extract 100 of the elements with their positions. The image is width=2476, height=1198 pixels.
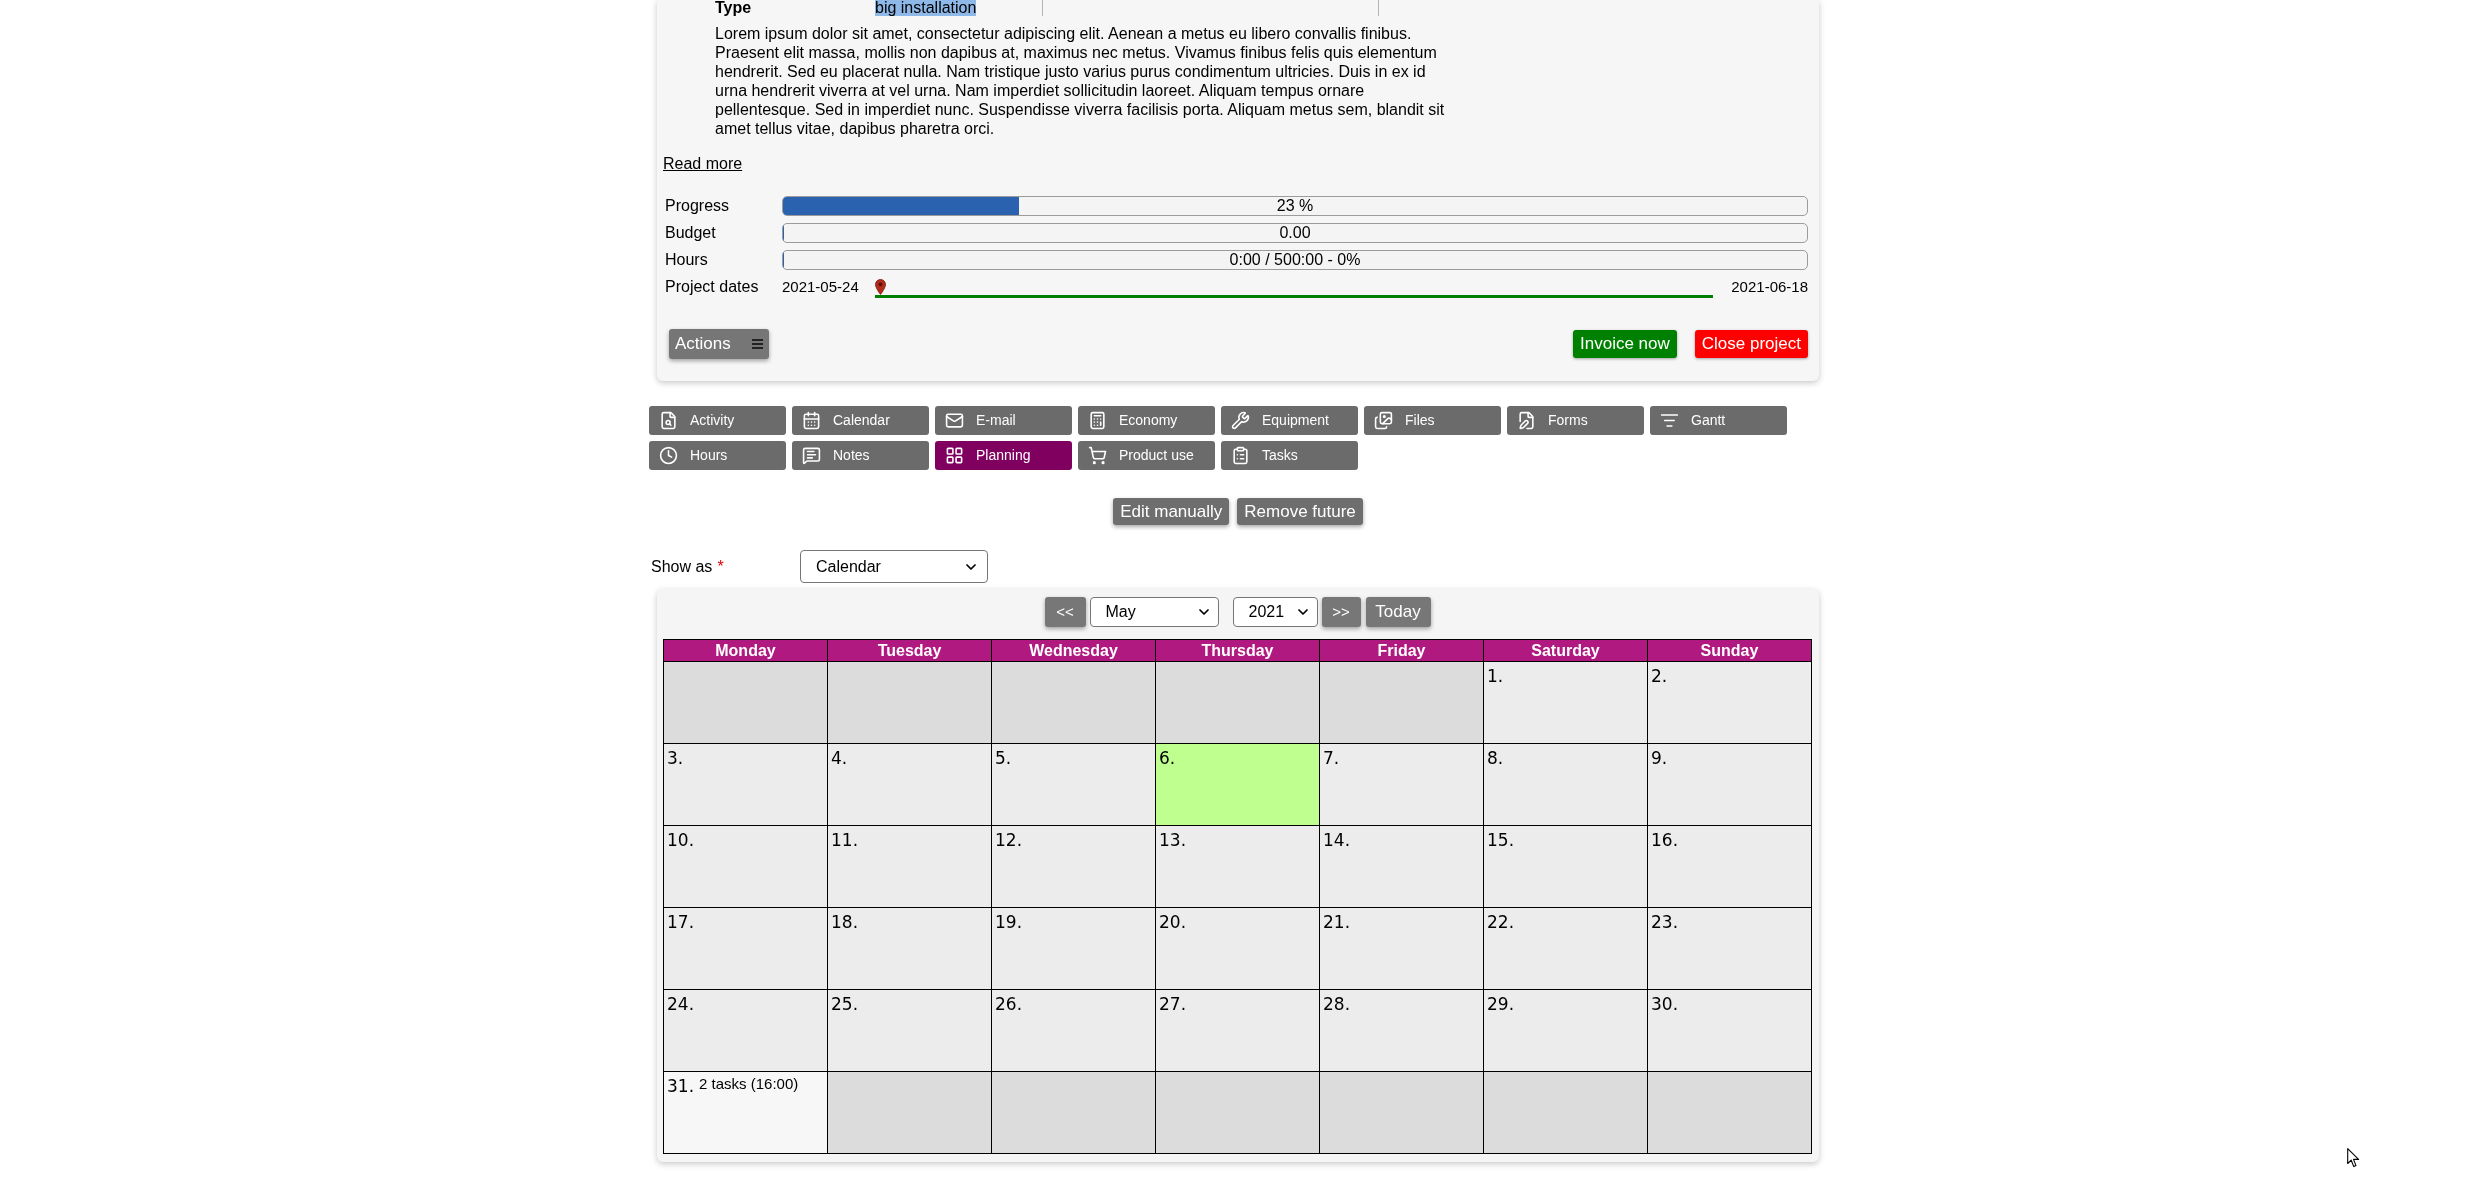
day-number: 31. [667, 1075, 695, 1097]
day-number: 25. [831, 993, 859, 1015]
day-number: 29. [1487, 993, 1515, 1015]
weekday-header: Thursday [1156, 640, 1320, 662]
weekday-header: Wednesday [992, 640, 1156, 662]
module-tab[interactable]: Equipment [1221, 406, 1358, 435]
day-cell[interactable]: 4. [828, 744, 992, 826]
module-tab[interactable]: Files [1364, 406, 1501, 435]
day-cell[interactable]: 3. [664, 744, 828, 826]
clock-icon [659, 446, 678, 465]
module-tab[interactable]: Activity [649, 406, 786, 435]
day-cell[interactable]: 14. [1320, 826, 1484, 908]
module-tab[interactable]: Notes [792, 441, 929, 470]
module-tab[interactable]: Economy [1078, 406, 1215, 435]
module-tab[interactable]: Calendar [792, 406, 929, 435]
wrench-icon [1231, 411, 1250, 430]
read-more-link[interactable]: Read more [663, 155, 743, 172]
map-pin-icon [874, 279, 886, 295]
day-cell[interactable]: 22. [1484, 908, 1648, 990]
day-cell[interactable]: 17. [664, 908, 828, 990]
day-cell[interactable]: 28. [1320, 990, 1484, 1072]
day-number: 11. [831, 829, 859, 851]
day-number: 18. [831, 911, 859, 933]
day-cell[interactable]: 27. [1156, 990, 1320, 1072]
day-cell[interactable]: 25. [828, 990, 992, 1072]
month-select[interactable]: May [1089, 597, 1219, 627]
module-tab[interactable]: Forms [1507, 406, 1644, 435]
required-mark: * [717, 556, 724, 577]
next-button[interactable]: >> [1321, 597, 1361, 627]
day-number: 19. [995, 911, 1023, 933]
module-tab[interactable]: E-mail [935, 406, 1072, 435]
year-select[interactable]: 2021 [1232, 597, 1318, 627]
day-cell[interactable]: 7. [1320, 744, 1484, 826]
module-tab[interactable]: Planning [935, 441, 1072, 470]
document-search-icon [659, 411, 678, 430]
weekday-header: Friday [1320, 640, 1484, 662]
metric-label: Progress [665, 195, 731, 216]
day-cell[interactable]: 10. [664, 826, 828, 908]
day-cell[interactable]: 23. [1648, 908, 1812, 990]
lines-icon [1660, 411, 1679, 430]
today-button[interactable]: Today [1365, 597, 1431, 627]
module-tab[interactable]: Product use [1078, 441, 1215, 470]
cursor-icon [2347, 1148, 2360, 1168]
module-tab[interactable]: Tasks [1221, 441, 1358, 470]
day-cell[interactable]: 21. [1320, 908, 1484, 990]
day-number: 26. [995, 993, 1023, 1015]
images-icon [1374, 411, 1393, 430]
weekday-header: Tuesday [828, 640, 992, 662]
day-number: 8. [1487, 747, 1504, 769]
planning-button[interactable]: Remove future [1237, 498, 1363, 525]
show-as-select[interactable]: Calendar [800, 550, 988, 583]
module-tab[interactable]: Gantt [1650, 406, 1787, 435]
day-number: 3. [667, 747, 684, 769]
day-number: 22. [1487, 911, 1515, 933]
progress-reading: 0:00 / 500:00 - 0% [1229, 250, 1361, 269]
close-project-button[interactable]: Close project [1694, 330, 1808, 358]
grid-icon [945, 446, 964, 465]
calendar-icon [802, 411, 821, 430]
weekday-header: Saturday [1484, 640, 1648, 662]
day-number: 27. [1159, 993, 1187, 1015]
day-number: 30. [1651, 993, 1679, 1015]
day-cell[interactable]: 5. [992, 744, 1156, 826]
progress-reading: 23 % [1276, 196, 1314, 215]
type-label: Type [715, 0, 753, 16]
actions-button[interactable]: Actions [669, 329, 769, 359]
start-date: 2021-05-24 [782, 276, 859, 297]
planning-button[interactable]: Edit manually [1113, 498, 1230, 525]
day-cell[interactable]: 29. [1484, 990, 1648, 1072]
day-cell[interactable]: 15. [1484, 826, 1648, 908]
day-number: 2. [1651, 665, 1668, 687]
day-number: 17. [667, 911, 695, 933]
day-cell[interactable]: 9. [1648, 744, 1812, 826]
module-tab[interactable]: Hours [649, 441, 786, 470]
day-cell[interactable]: 13. [1156, 826, 1320, 908]
day-cell[interactable]: 6. [1156, 744, 1320, 826]
day-number: 16. [1651, 829, 1679, 851]
day-cell[interactable]: 24. [664, 990, 828, 1072]
day-cell[interactable]: 2. [1648, 662, 1812, 744]
day-cell[interactable]: 12. [992, 826, 1156, 908]
day-cell[interactable]: 26. [992, 990, 1156, 1072]
day-cell[interactable]: 18. [828, 908, 992, 990]
calculator-icon [1088, 411, 1107, 430]
metric-label: Budget [665, 222, 717, 243]
day-cell[interactable]: 30. [1648, 990, 1812, 1072]
day-cell[interactable]: 31. 2 tasks (16:00) [664, 1072, 828, 1154]
metric-label: Hours [665, 249, 709, 270]
day-number: 15. [1487, 829, 1515, 851]
task-summary[interactable]: 2 tasks (16:00) [699, 1075, 799, 1093]
day-number: 14. [1323, 829, 1351, 851]
invoice-button[interactable]: Invoice now [1573, 330, 1677, 358]
day-cell[interactable]: 20. [1156, 908, 1320, 990]
day-cell[interactable]: 19. [992, 908, 1156, 990]
day-number: 10. [667, 829, 695, 851]
day-cell[interactable]: 16. [1648, 826, 1812, 908]
type-value: big installation [875, 0, 977, 16]
previous-button[interactable]: << [1044, 597, 1086, 627]
day-cell[interactable]: 1. [1484, 662, 1648, 744]
day-cell[interactable]: 11. [828, 826, 992, 908]
day-cell[interactable]: 8. [1484, 744, 1648, 826]
project-description: Lorem ipsum dolor sit amet, consectetur adipiscing elit. Aenean a metus eu libero convallis finibus. Praesent elit massa, mollis non dapibus at, maximus nec metus. Vivamus finibus felis quis elementum hendrerit. Sed eu placerat nulla. Nam tristique justo varius purus condimentum ultricies. Duis in ex id urna hendrerit viverra at vel urna. Nam imperdiet sollicitudin laoreet. Aliquam tempus ornare pellentesque. Sed in imperdiet nunc. Suspendisse viverra facilisis porta. Aliquam metus sem, blandit sit amet tellus vitae, dapibus pharetra orci. [715, 24, 1446, 138]
